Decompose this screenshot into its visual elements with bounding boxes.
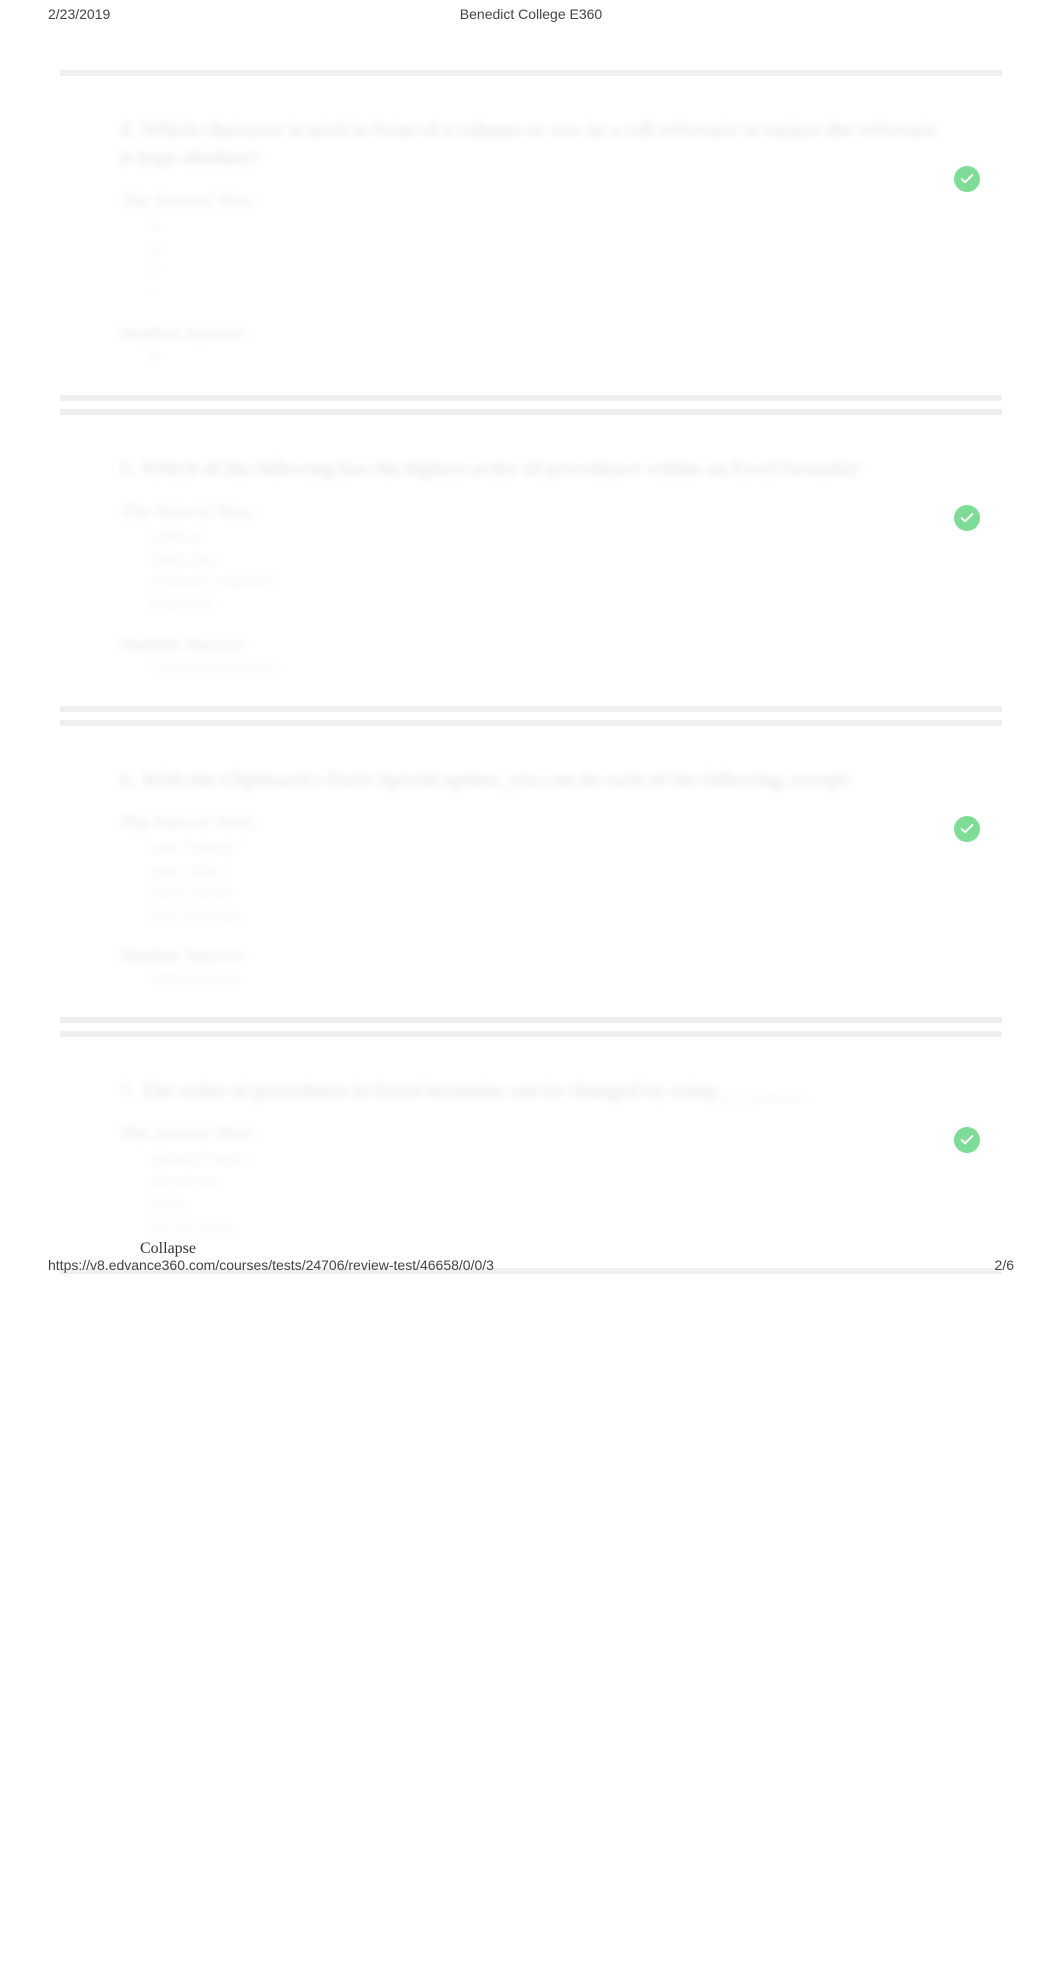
list-item: Arithmetic Operators [150,571,942,594]
question-number: 6. [120,766,135,794]
footer-pagenum: 2/6 [995,1257,1014,1273]
footer-url: https://v8.edvance360.com/courses/tests/… [48,1257,494,1273]
question-card: 7.The order of precedence in Excel formu… [60,1031,1002,1274]
question-text: 7.The order of precedence in Excel formu… [120,1077,942,1105]
list-item: percent marks [150,1216,942,1239]
question-text: 5.Which of the following has the highest… [120,455,942,483]
answer-was-label: The Answer Was: [120,812,942,833]
question-number: 5. [120,455,135,483]
list-item: parentheses [150,1171,942,1194]
blank-underline [766,1096,806,1097]
answer-was-label: The Answer Was: [120,501,942,522]
question-text: 6.With the Clipboard's Paste Special opt… [120,766,942,794]
list-item: # [150,260,942,283]
list-item: @ [150,238,942,261]
collapse-button[interactable]: Collapse [140,1240,196,1258]
print-title: Benedict College E360 [0,6,1062,22]
check-icon [954,505,980,531]
student-answer: Arithmetic Operators [150,659,942,676]
check-icon [954,1127,980,1153]
question-card: 4.Which character is used in front of a … [60,70,1002,401]
blurred-content: 7.The order of precedence in Excel formu… [120,1077,942,1238]
blurred-content: 4.Which character is used in front of a … [120,116,942,365]
answer-was-label: The Answer Was: [120,1123,942,1144]
question-number: 4. [120,116,135,144]
answer-options: $ @ # ! [150,215,942,305]
list-item: Addition [150,526,942,549]
list-item: quotation marks [150,1148,942,1171]
question-card: 5.Which of the following has the highest… [60,409,1002,712]
student-answer-label: Student Answer: [120,323,942,344]
question-text: 4.Which character is used in front of a … [120,116,942,172]
answer-was-label: The Answer Was: [120,190,942,211]
blurred-content: 6.With the Clipboard's Paste Special opt… [120,766,942,987]
list-item: Subtraction [150,549,942,572]
list-item: $ [150,215,942,238]
answer-options: quotation marks parentheses braces perce… [150,1148,942,1238]
answer-options: paste formulas paste values paste format… [150,837,942,927]
list-item: ! [150,283,942,306]
list-item: paste formulas [150,837,942,860]
list-item: Exponents [150,594,942,617]
blurred-content: 5.Which of the following has the highest… [120,455,942,676]
check-icon [954,166,980,192]
print-date: 2/23/2019 [48,6,110,22]
student-answer-label: Student Answer: [120,634,942,655]
print-header: 2/23/2019 Benedict College E360 [0,6,1062,22]
content-area: 4.Which character is used in front of a … [0,0,1062,1274]
student-answer: move formulas [150,970,942,987]
list-item: paste values [150,860,942,883]
list-item: braces [150,1193,942,1216]
list-item: move formulas [150,905,942,928]
student-answer-label: Student Answer: [120,945,942,966]
check-icon [954,816,980,842]
list-item: paste formats [150,882,942,905]
student-answer: $ [150,348,942,365]
answer-options: Addition Subtraction Arithmetic Operator… [150,526,942,616]
question-number: 7. [120,1077,135,1105]
question-card: 6.With the Clipboard's Paste Special opt… [60,720,1002,1023]
